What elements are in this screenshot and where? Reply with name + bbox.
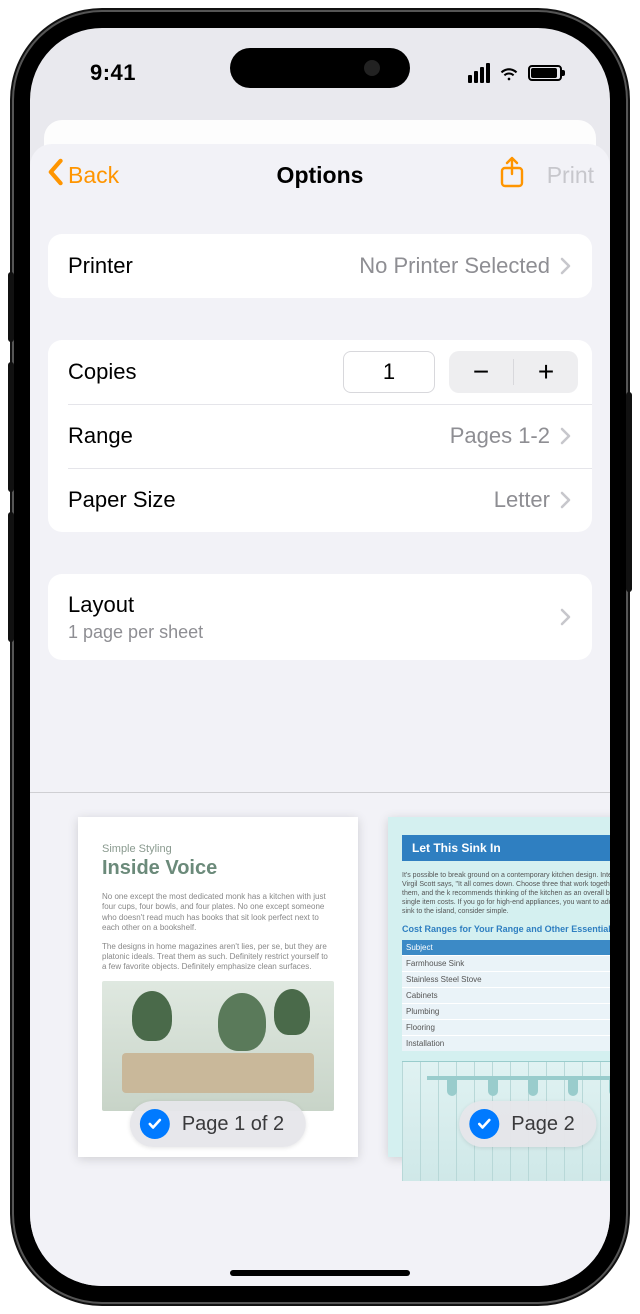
page-badge-label: Page 1 of 2 — [182, 1113, 284, 1136]
page1-pretitle: Simple Styling — [102, 843, 334, 855]
printer-label: Printer — [68, 253, 133, 279]
volume-down — [8, 512, 14, 642]
print-options-sheet: Back Options Print Printer No Printer Se… — [30, 144, 610, 1286]
battery-icon — [528, 65, 562, 81]
page-badge[interactable]: Page 1 of 2 — [130, 1101, 306, 1147]
paper-size-row[interactable]: Paper Size Letter — [48, 468, 592, 532]
share-button[interactable] — [499, 156, 525, 195]
copies-plus-button[interactable]: + — [514, 351, 578, 393]
paper-size-label: Paper Size — [68, 487, 176, 513]
range-row[interactable]: Range Pages 1-2 — [48, 404, 592, 468]
status-time: 9:41 — [90, 60, 136, 86]
preview-page-1[interactable]: Simple Styling Inside Voice No one excep… — [78, 817, 358, 1157]
page2-text: It's possible to break ground on a conte… — [402, 871, 610, 916]
volume-switch — [8, 272, 14, 342]
page-badge[interactable]: Page 2 — [459, 1101, 596, 1147]
checkmark-icon — [140, 1109, 170, 1139]
page-title: Options — [277, 162, 364, 189]
preview-area: Simple Styling Inside Voice No one excep… — [30, 792, 610, 1183]
copies-minus-button[interactable]: − — [449, 351, 513, 393]
copies-label: Copies — [68, 359, 136, 385]
print-button[interactable]: Print — [547, 162, 594, 189]
back-label: Back — [68, 162, 119, 189]
chevron-right-icon — [560, 608, 572, 626]
range-value: Pages 1-2 — [450, 423, 550, 449]
copies-stepper: − + — [449, 351, 578, 393]
preview-page-2[interactable]: Let This Sink In It's possible to break … — [388, 817, 610, 1157]
printer-value: No Printer Selected — [359, 253, 550, 279]
page2-heading: Let This Sink In — [402, 835, 610, 861]
layout-row[interactable]: Layout 1 page per sheet — [48, 574, 592, 660]
page2-table: SubjectHigh Cost Farmhouse Sink$749.00St… — [402, 940, 610, 1051]
page1-image — [102, 981, 334, 1111]
chevron-right-icon — [560, 427, 572, 445]
checkmark-icon — [469, 1109, 499, 1139]
copies-row: Copies 1 − + — [48, 340, 592, 404]
power-button — [626, 392, 632, 592]
copies-input[interactable]: 1 — [343, 351, 435, 393]
layout-label: Layout — [68, 592, 203, 618]
wifi-icon — [498, 62, 520, 84]
back-button[interactable]: Back — [46, 158, 119, 192]
chevron-right-icon — [560, 491, 572, 509]
page1-title: Inside Voice — [102, 857, 334, 880]
page2-table-title: Cost Ranges for Your Range and Other Ess… — [402, 924, 610, 934]
layout-sublabel: 1 page per sheet — [68, 622, 203, 643]
screen: 9:41 Back Options — [30, 28, 610, 1286]
dynamic-island — [230, 48, 410, 88]
printer-row[interactable]: Printer No Printer Selected — [48, 234, 592, 298]
paper-size-value: Letter — [494, 487, 550, 513]
chevron-left-icon — [46, 158, 64, 192]
page1-text: No one except the most dedicated monk ha… — [102, 892, 334, 934]
range-label: Range — [68, 423, 133, 449]
volume-up — [8, 362, 14, 492]
cellular-icon — [468, 63, 490, 83]
phone-frame: 9:41 Back Options — [14, 12, 626, 1302]
page1-text: The designs in home magazines aren't lie… — [102, 942, 334, 973]
navbar: Back Options Print — [30, 144, 610, 206]
chevron-right-icon — [560, 257, 572, 275]
home-indicator[interactable] — [230, 1270, 410, 1276]
page-badge-label: Page 2 — [511, 1113, 574, 1136]
